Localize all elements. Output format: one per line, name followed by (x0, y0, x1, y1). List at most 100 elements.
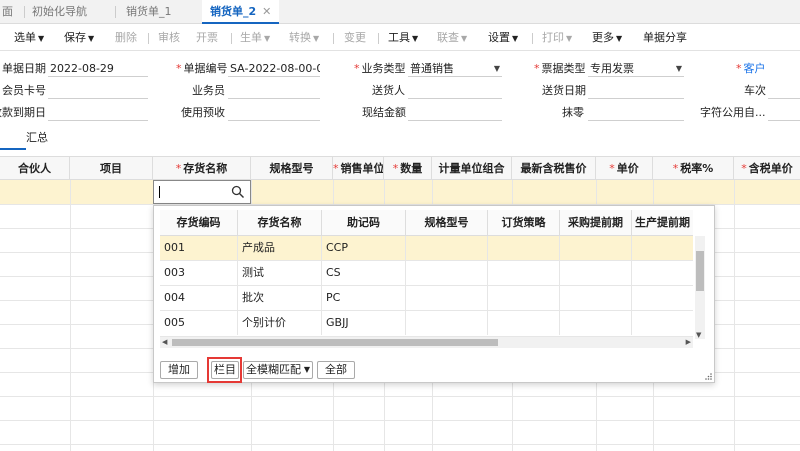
cash-amount-field[interactable] (408, 105, 502, 121)
settings-button[interactable]: 设置 ▼ (488, 25, 518, 51)
popup-header: 存货编码 存货名称 助记码 规格型号 订货策略 采购提前期 生产提前期 (160, 210, 693, 236)
tab-sales-2[interactable]: 销货单_2 ✕ (202, 0, 280, 24)
vertical-scrollbar[interactable]: ▼ (695, 236, 705, 339)
toolbar-divider (378, 33, 379, 44)
col-inventory-name[interactable]: * 存货名称 (153, 157, 251, 180)
salesman-field[interactable] (228, 83, 320, 99)
list-item[interactable]: 004 批次 PC (160, 286, 693, 311)
save-button[interactable]: 保存 ▼ (64, 25, 94, 51)
chevron-down-icon: ▼ (512, 34, 519, 43)
round-off-field[interactable] (588, 105, 684, 121)
scrollbar-thumb[interactable] (696, 251, 704, 291)
vehicle-field[interactable] (768, 83, 800, 99)
show-all-button[interactable]: 全部 (317, 361, 355, 379)
invoice-type-select[interactable]: 专用发票 ▼ (588, 61, 684, 77)
due-date-field[interactable] (48, 105, 148, 121)
member-card-field[interactable] (48, 83, 148, 99)
cell-production-lead (632, 261, 693, 285)
use-prepay-field[interactable] (228, 105, 320, 121)
change-button[interactable]: 变更 (344, 25, 366, 51)
select-bill-button[interactable]: 选单 ▼ (14, 25, 44, 51)
tab-label: 面 (2, 5, 13, 18)
biz-type-select[interactable]: 普通销售 ▼ (408, 61, 502, 77)
search-icon[interactable] (231, 185, 245, 199)
tab-label: 初始化导航 (32, 5, 87, 18)
close-icon[interactable]: ✕ (262, 5, 271, 18)
tab-sales-1[interactable]: 销货单_1 (126, 0, 172, 24)
audit-button[interactable]: 审核 (158, 25, 180, 51)
row-divider (0, 444, 800, 445)
cell-code: 005 (160, 311, 238, 335)
popup-col-spec[interactable]: 规格型号 (406, 210, 488, 236)
share-bill-button[interactable]: 单据分享 (643, 25, 687, 51)
toolbar-divider (148, 33, 149, 44)
toolbar-divider (231, 33, 232, 44)
popup-col-code[interactable]: 存货编码 (160, 210, 238, 236)
scroll-down-icon[interactable]: ▼ (696, 331, 701, 339)
toolbar-divider (532, 33, 533, 44)
col-partner[interactable]: 合伙人 (0, 157, 70, 180)
tools-button[interactable]: 工具 ▼ (388, 25, 418, 51)
convert-button[interactable]: 转换 ▼ (289, 25, 319, 51)
list-item[interactable]: 003 测试 CS (160, 261, 693, 286)
chevron-down-icon: ▼ (313, 34, 320, 43)
customer-label[interactable]: * 客户 (736, 61, 766, 77)
col-unit-price[interactable]: * 单价 (596, 157, 653, 180)
delete-button[interactable]: 删除 (115, 25, 137, 51)
resize-handle-icon[interactable] (704, 372, 712, 380)
due-date-label: 收款到期日 (0, 106, 46, 119)
popup-col-name[interactable]: 存货名称 (238, 210, 322, 236)
chevron-down-icon: ▼ (493, 64, 500, 73)
tab-home[interactable]: 面 (2, 0, 13, 24)
table-row[interactable] (0, 180, 800, 204)
bill-no-field[interactable]: SA-2022-08-00-0... (228, 61, 320, 77)
popup-col-mnemonic[interactable]: 助记码 (322, 210, 406, 236)
summary-tab[interactable]: 汇总 (26, 129, 48, 145)
cell-production-lead (632, 311, 693, 335)
cell-mnemonic: CCP (322, 236, 406, 260)
scroll-right-icon[interactable]: ▶ (686, 337, 691, 348)
popup-col-production-lead[interactable]: 生产提前期 (632, 210, 693, 236)
col-project[interactable]: 项目 (70, 157, 153, 180)
bill-date-field[interactable]: 2022-08-29 (48, 61, 148, 77)
invoice-button[interactable]: 开票 (196, 25, 218, 51)
salesman-label: 业务员 (192, 84, 225, 97)
tab-init-nav[interactable]: 初始化导航 (32, 0, 87, 24)
print-button[interactable]: 打印 ▼ (542, 25, 572, 51)
related-query-button[interactable]: 联查 ▼ (437, 25, 467, 51)
scroll-left-icon[interactable]: ◀ (162, 337, 167, 348)
list-item[interactable]: 005 个别计价 GBJJ (160, 311, 693, 337)
delivery-date-field[interactable] (588, 83, 684, 99)
scrollbar-thumb[interactable] (172, 339, 498, 346)
cell-purchase-lead (560, 286, 632, 310)
active-tab-underline (0, 148, 26, 150)
horizontal-scrollbar[interactable]: ◀ ▶ (160, 337, 693, 348)
col-tax-rate[interactable]: * 税率% (653, 157, 734, 180)
col-tax-incl-price[interactable]: * 含税单价 (734, 157, 800, 180)
chevron-down-icon: ▼ (461, 34, 468, 43)
deliverer-field[interactable] (408, 83, 502, 99)
cell-mnemonic: PC (322, 286, 406, 310)
col-unit-combo[interactable]: 计量单位组合 (432, 157, 512, 180)
biz-type-label: * 业务类型 (354, 62, 406, 75)
text-caret (159, 186, 160, 198)
more-button[interactable]: 更多 ▼ (592, 25, 622, 51)
col-spec[interactable]: 规格型号 (251, 157, 333, 180)
chevron-down-icon: ▼ (616, 34, 623, 43)
col-latest-price[interactable]: 最新含税售价 (512, 157, 596, 180)
cell-name: 个别计价 (238, 311, 322, 335)
cell-code: 003 (160, 261, 238, 285)
popup-col-order-strategy[interactable]: 订货策略 (488, 210, 560, 236)
inventory-name-input[interactable] (153, 180, 251, 204)
col-quantity[interactable]: * 数量 (384, 157, 432, 180)
char-common-field[interactable] (768, 105, 800, 121)
col-sales-unit[interactable]: * 销售单位 (333, 157, 384, 180)
generate-bill-button[interactable]: 生单 ▼ (240, 25, 270, 51)
list-item[interactable]: 001 产成品 CCP (160, 236, 693, 261)
match-mode-select[interactable]: 全模糊匹配 ▼ (243, 361, 313, 379)
cell-spec (406, 286, 488, 310)
add-button[interactable]: 增加 (160, 361, 198, 379)
cell-order-strategy (488, 286, 560, 310)
popup-col-purchase-lead[interactable]: 采购提前期 (560, 210, 632, 236)
cell-order-strategy (488, 311, 560, 335)
